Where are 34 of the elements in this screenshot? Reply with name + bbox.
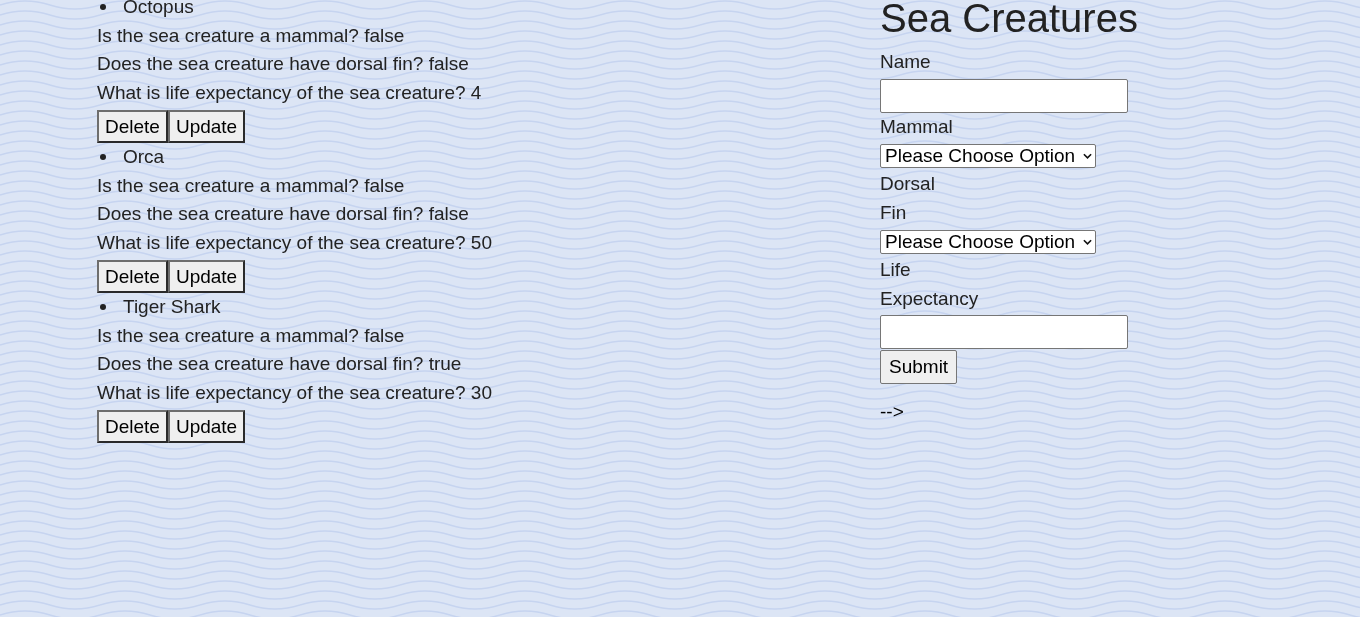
creature-name: Octopus xyxy=(123,0,194,19)
mammal-answer: Is the sea creature a mammal? false xyxy=(97,23,405,48)
form-title: Sea Creatures xyxy=(880,0,1138,40)
dorsal-fin-answer: Does the sea creature have dorsal fin? false xyxy=(97,202,469,226)
chevron-down-icon xyxy=(1083,153,1092,159)
update-button[interactable]: Update xyxy=(167,410,246,443)
delete-button[interactable]: Delete xyxy=(97,110,168,143)
field-label: Mammal xyxy=(880,114,953,139)
creature-name: Tiger Shark xyxy=(123,295,221,319)
life-expectancy-answer: What is life expectancy of the sea creature? 30 xyxy=(97,380,492,405)
bullet-icon xyxy=(100,4,106,11)
delete-button[interactable]: Delete xyxy=(97,410,168,443)
life-expectancy-answer: What is life expectancy of the sea creature? 4 xyxy=(97,80,482,105)
update-button[interactable]: Update xyxy=(167,110,246,143)
update-button[interactable]: Update xyxy=(167,260,246,293)
mammal-answer: Is the sea creature a mammal? false xyxy=(97,323,405,348)
creature-name: Orca xyxy=(123,145,165,169)
mammal-answer: Is the sea creature a mammal? false xyxy=(97,173,405,198)
field-label: Dorsal Fin xyxy=(880,172,935,225)
field-label: Life Expectancy xyxy=(880,258,979,311)
delete-button[interactable]: Delete xyxy=(97,260,168,293)
trailing-text: --> xyxy=(880,400,904,424)
dorsal-fin-answer: Does the sea creature have dorsal fin? true xyxy=(97,352,462,376)
dorsal-fin-answer: Does the sea creature have dorsal fin? false xyxy=(97,52,469,76)
bullet-icon xyxy=(100,154,106,161)
life-expectancy-answer: What is life expectancy of the sea creature? 50 xyxy=(97,230,492,255)
select-dropdown[interactable]: Please Choose Option xyxy=(880,144,1096,168)
submit-button[interactable]: Submit xyxy=(880,350,958,384)
field-label: Name xyxy=(880,50,931,74)
bullet-icon xyxy=(100,304,106,311)
chevron-down-icon xyxy=(1083,239,1092,245)
text-input[interactable] xyxy=(880,315,1128,349)
select-dropdown[interactable]: Please Choose Option xyxy=(880,230,1096,254)
text-input[interactable] xyxy=(880,78,1128,113)
